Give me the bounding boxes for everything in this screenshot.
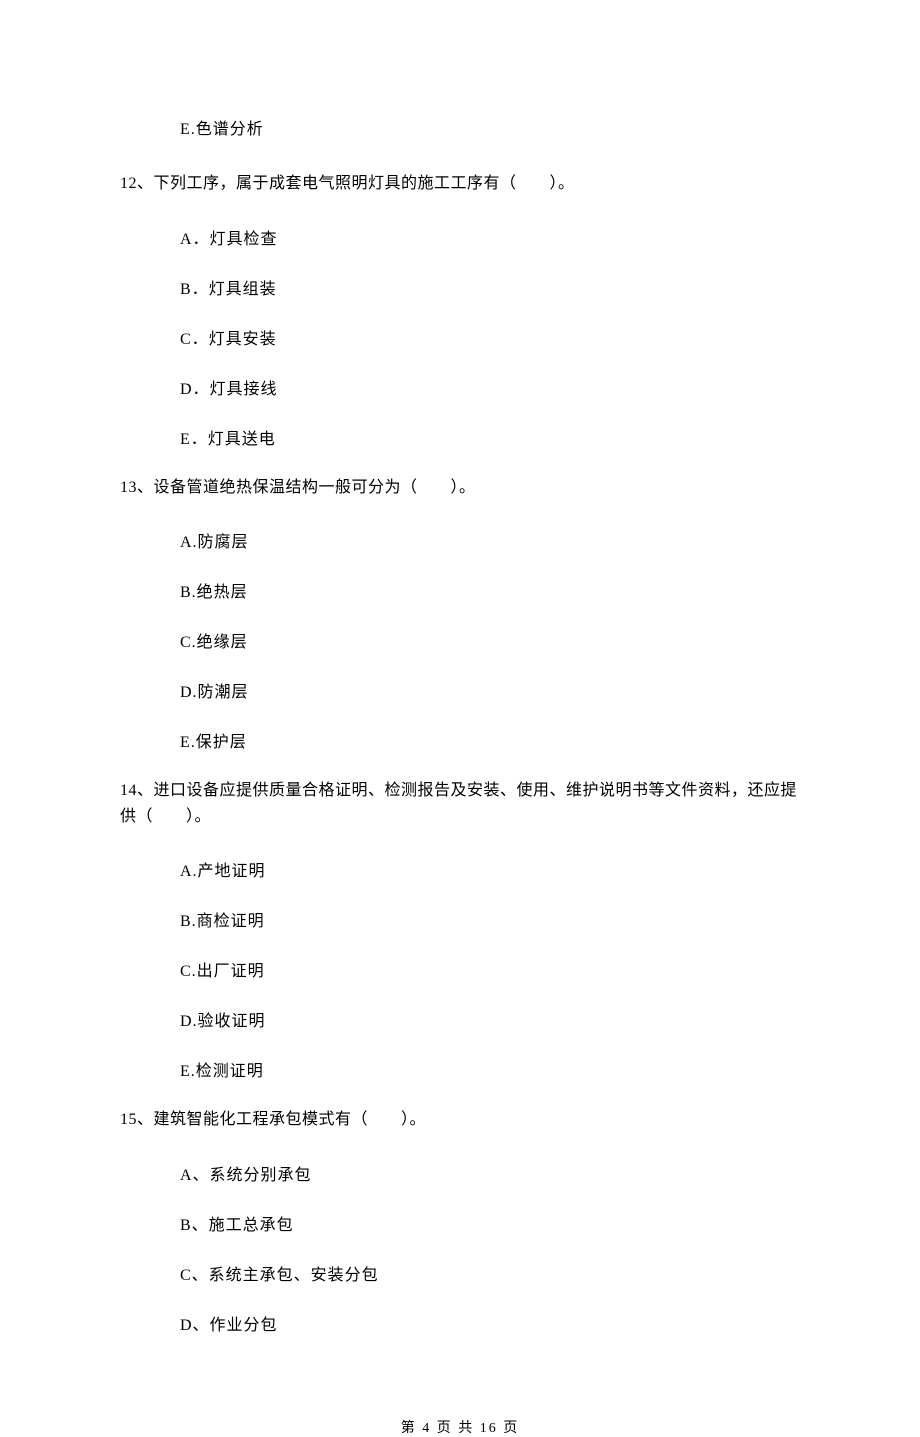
question-14-option-b: B.商检证明	[180, 907, 800, 931]
question-13-option-b: B.绝热层	[180, 578, 800, 602]
page-footer: 第 4 页 共 16 页	[0, 1417, 920, 1437]
page-container: E.色谱分析 12、下列工序，属于成套电气照明灯具的施工工序有（ ）。 A．灯具…	[0, 0, 920, 1407]
question-15-option-a: A、系统分别承包	[180, 1161, 800, 1185]
question-13-stem: 13、设备管道绝热保温结构一般可分为（ ）。	[120, 475, 800, 501]
question-12-option-a: A．灯具检查	[180, 225, 800, 249]
question-13-option-d: D.防潮层	[180, 678, 800, 702]
question-15-option-b: B、施工总承包	[180, 1211, 800, 1235]
question-15-stem: 15、建筑智能化工程承包模式有（ ）。	[120, 1107, 800, 1133]
question-12-option-e: E．灯具送电	[180, 425, 800, 449]
question-14-stem: 14、进口设备应提供质量合格证明、检测报告及安装、使用、维护说明书等文件资料，还…	[120, 778, 800, 829]
question-15-option-d: D、作业分包	[180, 1311, 800, 1335]
question-12-option-c: C．灯具安装	[180, 325, 800, 349]
previous-question-option-e: E.色谱分析	[180, 115, 800, 139]
question-14-option-a: A.产地证明	[180, 857, 800, 881]
question-13-option-e: E.保护层	[180, 728, 800, 752]
question-12-option-d: D．灯具接线	[180, 375, 800, 399]
question-13-option-c: C.绝缘层	[180, 628, 800, 652]
question-14-option-d: D.验收证明	[180, 1007, 800, 1031]
question-12-stem: 12、下列工序，属于成套电气照明灯具的施工工序有（ ）。	[120, 171, 800, 197]
question-14-option-e: E.检测证明	[180, 1057, 800, 1081]
question-15-option-c: C、系统主承包、安装分包	[180, 1261, 800, 1285]
question-14-option-c: C.出厂证明	[180, 957, 800, 981]
question-12-option-b: B．灯具组装	[180, 275, 800, 299]
question-13-option-a: A.防腐层	[180, 528, 800, 552]
